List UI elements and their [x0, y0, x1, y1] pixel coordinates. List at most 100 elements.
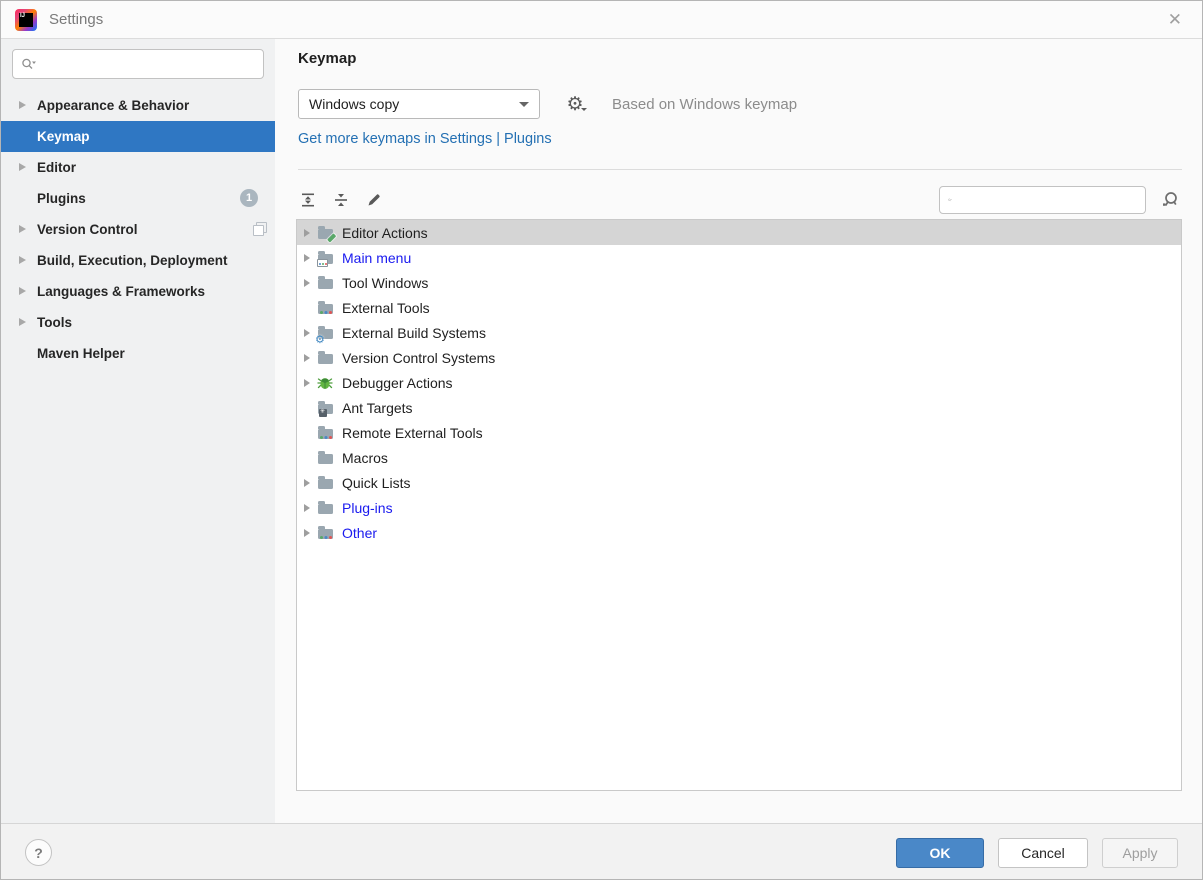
- gear-icon: ⚙: [566, 93, 584, 115]
- sidebar-item-label: Tools: [37, 315, 72, 330]
- action-search-box[interactable]: [939, 186, 1146, 214]
- cancel-button[interactable]: Cancel: [998, 837, 1088, 868]
- tree-row-label: Debugger Actions: [342, 374, 453, 391]
- keymap-select-value: Windows copy: [309, 96, 400, 112]
- edit-pencil-icon[interactable]: [364, 190, 384, 210]
- keymap-select[interactable]: Windows copy: [298, 89, 540, 119]
- tree-row-tool-windows[interactable]: Tool Windows: [297, 270, 1181, 295]
- chevron-right-icon[interactable]: [19, 163, 26, 171]
- tree-row-label: Editor Actions: [342, 224, 428, 241]
- tree-row-editor-actions[interactable]: Editor Actions: [297, 220, 1181, 245]
- keymap-actions-tree: Editor Actions Main menu Tool Windows Exter…: [296, 219, 1182, 791]
- chevron-right-icon[interactable]: [304, 503, 310, 512]
- chevron-right-icon[interactable]: [304, 278, 310, 287]
- settings-search-box[interactable]: [12, 49, 264, 79]
- folder-dots-icon: [317, 425, 335, 441]
- tree-row-main-menu[interactable]: Main menu: [297, 245, 1181, 270]
- sidebar-item-label: Appearance & Behavior: [37, 98, 190, 113]
- tree-row-quick-lists[interactable]: Quick Lists: [297, 470, 1181, 495]
- chevron-right-icon[interactable]: [304, 478, 310, 487]
- tree-row-other[interactable]: Other: [297, 520, 1181, 545]
- sidebar-item-label: Editor: [37, 160, 76, 175]
- settings-search-input[interactable]: [42, 55, 255, 73]
- folder-gear-icon: [317, 325, 335, 341]
- keymap-controls: Windows copy ⚙ Based on Windows keymap: [298, 89, 797, 119]
- keymap-panel: Keymap Windows copy ⚙ Based on Windows k…: [275, 39, 1202, 823]
- collapse-all-icon[interactable]: [331, 190, 351, 210]
- tree-row-external-build-systems[interactable]: External Build Systems: [297, 320, 1181, 345]
- action-search-input[interactable]: [957, 191, 1137, 209]
- tree-row-external-tools[interactable]: External Tools: [297, 295, 1181, 320]
- sidebar-nav: Appearance & Behavior Keymap Editor Plugins…: [1, 90, 275, 369]
- apply-button[interactable]: Apply: [1102, 837, 1178, 868]
- chevron-down-icon: [519, 101, 529, 112]
- keymap-gear-button[interactable]: ⚙: [562, 91, 588, 117]
- chevron-right-icon[interactable]: [19, 225, 26, 233]
- folder-icon: [317, 475, 335, 491]
- chevron-right-icon[interactable]: [304, 528, 310, 537]
- tree-row-label: Plug-ins: [342, 499, 393, 516]
- folder-icon: [317, 275, 335, 291]
- sidebar-item-label: Keymap: [37, 129, 90, 144]
- tree-toolbar: [298, 185, 1182, 215]
- sidebar-item-plugins[interactable]: Plugins 1: [1, 183, 275, 214]
- dialog-body: Appearance & Behavior Keymap Editor Plugins…: [1, 39, 1202, 823]
- sidebar-item-appearance-behavior[interactable]: Appearance & Behavior: [1, 90, 275, 121]
- sidebar-item-build-execution-deployment[interactable]: Build, Execution, Deployment: [1, 245, 275, 276]
- find-by-shortcut-icon[interactable]: [1158, 188, 1182, 212]
- sidebar-item-label: Version Control: [37, 222, 138, 237]
- chevron-right-icon[interactable]: [304, 253, 310, 262]
- dialog-footer: ? OK Cancel Apply: [1, 823, 1202, 879]
- sidebar-item-label: Languages & Frameworks: [37, 284, 206, 299]
- folder-menu-icon: [317, 250, 335, 267]
- tree-row-remote-external-tools[interactable]: Remote External Tools: [297, 420, 1181, 445]
- based-on-label: Based on Windows keymap: [612, 95, 798, 113]
- folder-ant-icon: [317, 400, 335, 417]
- tree-row-debugger-actions[interactable]: Debugger Actions: [297, 370, 1181, 395]
- chevron-right-icon[interactable]: [304, 353, 310, 362]
- chevron-right-icon[interactable]: [304, 228, 310, 237]
- sidebar-item-tools[interactable]: Tools: [1, 307, 275, 338]
- chevron-right-icon[interactable]: [19, 101, 26, 109]
- tree-row-plug-ins[interactable]: Plug-ins: [297, 495, 1181, 520]
- get-more-keymaps-link[interactable]: Get more keymaps in Settings | Plugins: [298, 131, 552, 147]
- ok-button[interactable]: OK: [896, 837, 984, 868]
- sidebar-item-languages-frameworks[interactable]: Languages & Frameworks: [1, 276, 275, 307]
- tree-row-version-control-systems[interactable]: Version Control Systems: [297, 345, 1181, 370]
- chevron-right-icon[interactable]: [19, 287, 26, 295]
- sidebar-item-keymap[interactable]: Keymap: [1, 121, 275, 152]
- plugins-count-badge: 1: [240, 189, 258, 207]
- settings-dialog: Settings ✕ Appearance & Behavior Keymap Ed…: [0, 0, 1203, 880]
- tree-row-label: Remote External Tools: [342, 424, 483, 441]
- search-icon: [22, 58, 36, 69]
- folder-edit-icon: [317, 225, 336, 243]
- header-separator: [298, 169, 1182, 170]
- chevron-right-icon[interactable]: [19, 318, 26, 326]
- chevron-right-icon[interactable]: [304, 328, 310, 337]
- question-mark-icon: ?: [34, 844, 43, 861]
- settings-sidebar: Appearance & Behavior Keymap Editor Plugins…: [1, 39, 275, 823]
- tree-row-label: External Tools: [342, 299, 430, 316]
- folder-icon: [317, 450, 335, 466]
- help-button[interactable]: ?: [25, 839, 52, 866]
- expand-all-icon[interactable]: [298, 190, 318, 210]
- sidebar-item-editor[interactable]: Editor: [1, 152, 275, 183]
- bug-icon: [317, 375, 335, 391]
- chevron-right-icon[interactable]: [19, 256, 26, 264]
- folder-dots-icon: [317, 300, 335, 316]
- tree-row-label: Ant Targets: [342, 399, 413, 416]
- close-icon[interactable]: ✕: [1162, 9, 1188, 30]
- intellij-logo-icon: [15, 8, 37, 31]
- tree-row-label: Tool Windows: [342, 274, 429, 291]
- tree-row-ant-targets[interactable]: Ant Targets: [297, 395, 1181, 420]
- folder-dots-icon: [317, 525, 335, 541]
- sidebar-item-label: Maven Helper: [37, 346, 125, 361]
- chevron-right-icon[interactable]: [304, 378, 310, 387]
- tree-row-label: Quick Lists: [342, 474, 411, 491]
- title-bar: Settings ✕: [1, 1, 1202, 39]
- sidebar-item-maven-helper[interactable]: Maven Helper: [1, 338, 275, 369]
- tree-row-macros[interactable]: Macros: [297, 445, 1181, 470]
- tree-row-label: Version Control Systems: [342, 349, 496, 366]
- sidebar-item-version-control[interactable]: Version Control: [1, 214, 275, 245]
- page-title: Keymap: [298, 50, 357, 67]
